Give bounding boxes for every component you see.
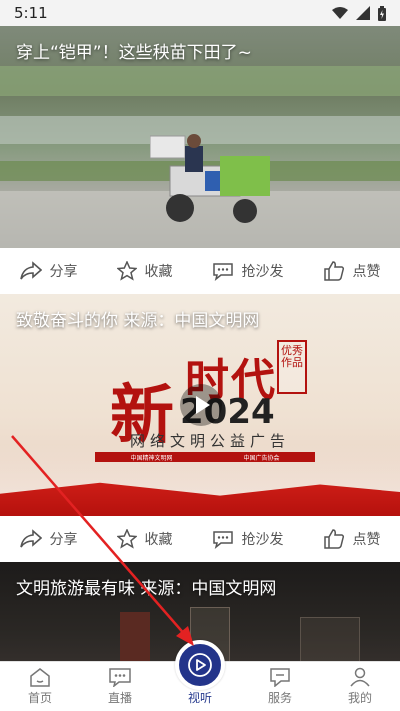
- video-card: 穿上“铠甲”！这些秧苗下田了~ 分享 收藏 抢沙发 点赞: [0, 26, 400, 294]
- video-title: 文明旅游最有味 来源：中国文明网: [16, 579, 277, 599]
- video-feed[interactable]: 穿上“铠甲”！这些秧苗下田了~ 分享 收藏 抢沙发 点赞 新 时代 优秀作品 2…: [0, 26, 400, 661]
- comment-label: 抢沙发: [241, 264, 284, 280]
- favorite-button[interactable]: 收藏: [116, 529, 173, 549]
- nav-item-live[interactable]: 直播: [80, 662, 160, 711]
- wifi-icon: [332, 7, 348, 19]
- favorite-label: 收藏: [144, 532, 173, 548]
- poster-banner: 网络文明公益广告: [130, 432, 291, 450]
- nav-label-service: 服务: [267, 691, 292, 705]
- share-icon: [19, 529, 42, 548]
- like-button[interactable]: 点赞: [323, 529, 381, 549]
- play-circle-icon: [188, 653, 212, 677]
- poster-seal: 优秀作品: [277, 340, 307, 394]
- nav-label-profile: 我的: [347, 691, 372, 705]
- favorite-label: 收藏: [144, 264, 173, 280]
- share-button[interactable]: 分享: [19, 261, 78, 281]
- poster-strip-left: 中国精神文明网: [130, 454, 173, 462]
- comment-icon: [212, 531, 233, 549]
- video-action-bar: 分享 收藏 抢沙发 点赞: [0, 516, 400, 562]
- video-thumbnail[interactable]: 新 时代 优秀作品 2024 网络文明公益广告 中国精神文明网 中国广告协会 致…: [0, 294, 400, 516]
- nav-item-service[interactable]: 服务: [240, 662, 320, 711]
- status-bar: 5:11: [0, 0, 400, 26]
- status-time: 5:11: [14, 4, 48, 22]
- poster-strip-right: 中国广告协会: [243, 454, 280, 462]
- video-action-bar: 分享 收藏 抢沙发 点赞: [0, 248, 400, 294]
- star-icon: [116, 529, 137, 549]
- profile-icon: [350, 667, 370, 687]
- comment-label: 抢沙发: [241, 532, 284, 548]
- favorite-button[interactable]: 收藏: [116, 261, 173, 281]
- poster-strip: 中国精神文明网 中国广告协会: [95, 452, 315, 462]
- status-icons: [332, 5, 386, 21]
- live-chat-icon: [109, 668, 131, 687]
- video-title: 穿上“铠甲”！这些秧苗下田了~: [16, 43, 252, 63]
- like-button[interactable]: 点赞: [323, 261, 381, 281]
- home-icon: [30, 668, 50, 687]
- battery-icon: [378, 5, 386, 21]
- share-icon: [19, 261, 42, 280]
- rice-transplanter-image: [150, 134, 270, 223]
- star-icon: [116, 261, 137, 281]
- nav-label-live: 直播: [107, 691, 132, 705]
- play-button[interactable]: [180, 384, 222, 426]
- share-button[interactable]: 分享: [19, 529, 78, 549]
- comment-button[interactable]: 抢沙发: [212, 529, 284, 549]
- signal-icon: [356, 6, 370, 20]
- video-title: 致敬奋斗的你 来源：中国文明网: [16, 311, 260, 331]
- video-thumbnail[interactable]: 穿上“铠甲”！这些秧苗下田了~: [0, 26, 400, 248]
- nav-item-profile[interactable]: 我的: [320, 662, 400, 711]
- thumbs-up-icon: [323, 261, 344, 281]
- share-label: 分享: [49, 532, 78, 548]
- comment-icon: [212, 263, 233, 281]
- nav-label-home: 首页: [27, 691, 52, 705]
- thumbs-up-icon: [323, 529, 344, 549]
- nav-label-video: 视听: [187, 691, 212, 705]
- share-label: 分享: [49, 264, 78, 280]
- video-card: 新 时代 优秀作品 2024 网络文明公益广告 中国精神文明网 中国广告协会 致…: [0, 294, 400, 562]
- video-tab-button[interactable]: [175, 640, 225, 690]
- comment-button[interactable]: 抢沙发: [212, 261, 284, 281]
- like-label: 点赞: [352, 264, 381, 280]
- service-icon: [270, 668, 290, 687]
- like-label: 点赞: [352, 532, 381, 548]
- nav-item-home[interactable]: 首页: [0, 662, 80, 711]
